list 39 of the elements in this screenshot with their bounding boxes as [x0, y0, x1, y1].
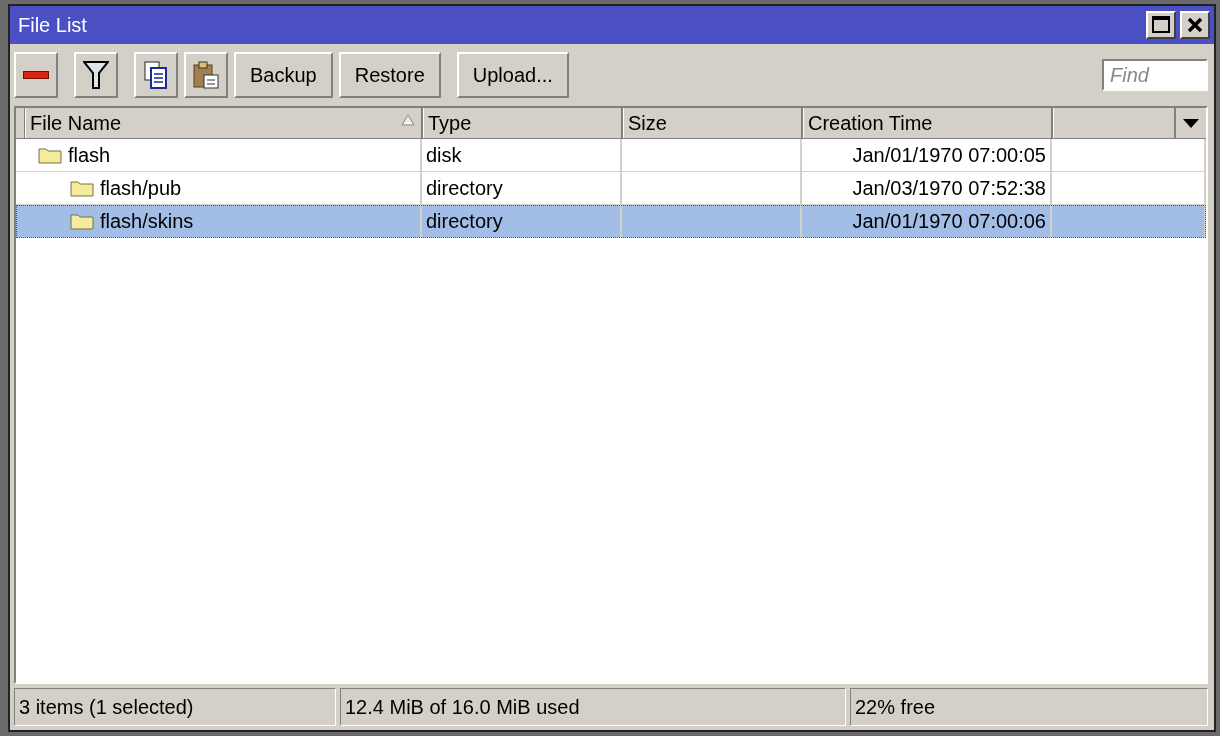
status-usage: 12.4 MiB of 16.0 MiB used — [340, 688, 846, 726]
file-row[interactable]: flash disk Jan/01/1970 07:00:05 — [16, 139, 1206, 172]
close-icon — [1185, 15, 1205, 35]
filter-icon — [83, 60, 109, 90]
folder-icon — [38, 146, 62, 164]
file-name: flash/pub — [100, 176, 182, 200]
minus-icon — [23, 71, 49, 79]
file-type: directory — [426, 176, 503, 200]
toolbar-button[interactable]: Restore — [338, 52, 441, 98]
folder-icon — [70, 179, 94, 197]
copy-icon — [143, 60, 169, 90]
maximize-icon — [1151, 15, 1171, 35]
maximize-button[interactable] — [1146, 11, 1176, 39]
file-name: flash — [68, 143, 111, 167]
window-title: File List — [18, 13, 88, 37]
creation-time: Jan/03/1970 07:52:38 — [852, 176, 1046, 200]
paste-button[interactable] — [184, 52, 228, 98]
status-free: 22% free — [850, 688, 1208, 726]
remove-button[interactable] — [14, 52, 58, 98]
copy-button[interactable] — [134, 52, 178, 98]
dropdown-arrow-icon — [1183, 118, 1199, 128]
file-type: disk — [426, 143, 462, 167]
toolbar-button[interactable]: Backup — [234, 52, 333, 98]
column-header[interactable]: Type — [423, 108, 623, 138]
file-row[interactable]: flash/skins directory Jan/01/1970 07:00:06 — [16, 205, 1206, 238]
column-header[interactable]: Creation Time — [803, 108, 1053, 138]
filter-button[interactable] — [74, 52, 118, 98]
toolbar-button[interactable]: Upload... — [456, 52, 569, 98]
paste-icon — [192, 60, 220, 90]
status-item-count: 3 items (1 selected) — [14, 688, 336, 726]
creation-time: Jan/01/1970 07:00:06 — [852, 209, 1046, 233]
file-type: directory — [426, 209, 503, 233]
folder-icon — [70, 212, 94, 230]
creation-time: Jan/01/1970 07:00:05 — [852, 143, 1046, 167]
column-header[interactable]: File Name — [25, 108, 423, 138]
find-field[interactable]: Find — [1102, 59, 1208, 91]
close-button[interactable] — [1180, 11, 1210, 39]
column-header[interactable]: Size — [623, 108, 803, 138]
file-name: flash/skins — [100, 209, 194, 233]
